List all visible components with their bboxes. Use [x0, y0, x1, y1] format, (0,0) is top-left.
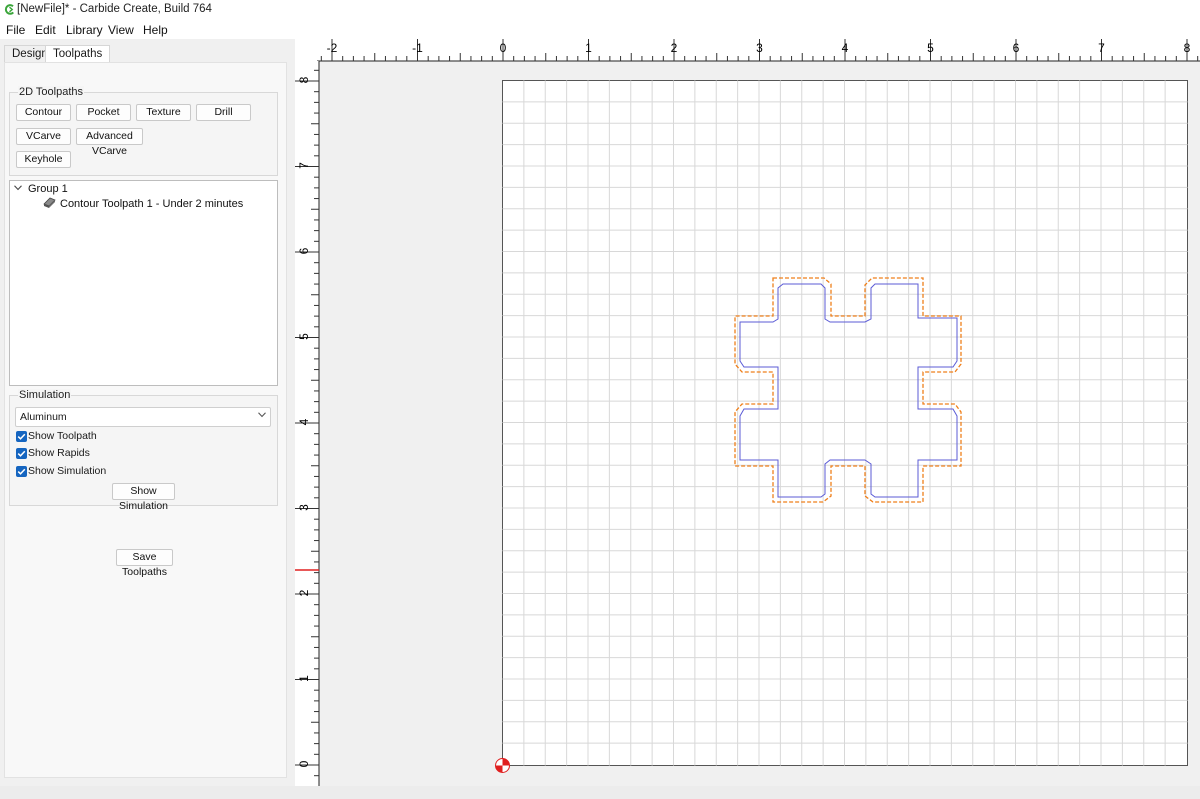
top-ruler — [295, 39, 1200, 61]
design-canvas[interactable]: -2 -1 0 1 2 3 4 5 6 7 8 8 7 6 5 4 3 2 1 … — [295, 39, 1200, 786]
tree-toolpath-item[interactable]: Contour Toolpath 1 - Under 2 minutes — [60, 198, 243, 210]
x-tick-label: 3 — [756, 41, 763, 55]
menu-library[interactable]: Library — [66, 23, 103, 37]
origin-marker-icon — [495, 758, 510, 773]
tree-group-label[interactable]: Group 1 — [28, 183, 68, 195]
checkbox-box[interactable] — [16, 448, 27, 459]
menu-edit[interactable]: Edit — [35, 23, 56, 37]
x-tick-label: -1 — [412, 41, 423, 55]
save-toolpaths-button[interactable]: Save Toolpaths — [116, 549, 173, 578]
material-select-value: Aluminum — [20, 411, 67, 423]
y-tick-label: 6 — [297, 247, 311, 254]
toolpaths-2d-title: 2D Toolpaths — [18, 86, 85, 98]
show-simulation-label: Show Simulation — [28, 465, 107, 477]
checkbox-box[interactable] — [16, 431, 27, 442]
material-select[interactable]: Aluminum — [15, 407, 271, 427]
simulation-title: Simulation — [18, 389, 72, 401]
menu-view[interactable]: View — [108, 23, 134, 37]
title-bar: [NewFile]* - Carbide Create, Build 764 — [0, 0, 1200, 20]
menu-help[interactable]: Help — [143, 23, 168, 37]
y-tick-label: 0 — [297, 760, 311, 767]
checkmark-icon — [17, 450, 26, 457]
tab-toolpaths[interactable]: Toolpaths — [45, 45, 111, 63]
menu-file[interactable]: File — [6, 23, 25, 37]
show-toolpath-label: Show Toolpath — [28, 430, 97, 442]
x-tick-label: 7 — [1098, 41, 1105, 55]
advanced-vcarve-button[interactable]: Advanced VCarve — [76, 128, 143, 157]
y-tick-label: 1 — [297, 675, 311, 682]
chevron-down-icon[interactable] — [14, 185, 22, 191]
show-simulation-button[interactable]: Show Simulation — [112, 483, 175, 512]
pocket-button[interactable]: Pocket — [76, 104, 131, 121]
y-tick-label: 4 — [297, 418, 311, 425]
x-tick-label: 8 — [1184, 41, 1191, 55]
x-tick-label: 6 — [1013, 41, 1020, 55]
y-tick-label: 2 — [297, 589, 311, 596]
x-tick-label: 5 — [927, 41, 934, 55]
window-title: [NewFile]* - Carbide Create, Build 764 — [17, 3, 212, 15]
chevron-down-icon — [258, 412, 266, 418]
keyhole-button[interactable]: Keyhole — [16, 151, 71, 168]
checkmark-icon — [17, 468, 26, 475]
checkbox-box[interactable] — [16, 466, 27, 477]
texture-button[interactable]: Texture — [136, 104, 191, 121]
show-rapids-label: Show Rapids — [28, 447, 90, 459]
toolpath-icon — [43, 197, 56, 208]
drill-button[interactable]: Drill — [196, 104, 251, 121]
menu-bar: File Edit Library View Help — [0, 20, 1200, 39]
status-strip — [0, 786, 1200, 799]
toolpath-tree[interactable]: Group 1 Contour Toolpath 1 - Under 2 min… — [9, 180, 278, 386]
contour-button[interactable]: Contour — [16, 104, 71, 121]
y-tick-label: 8 — [297, 76, 311, 83]
checkmark-icon — [17, 433, 26, 440]
x-tick-label: 1 — [585, 41, 592, 55]
carbide-logo-icon — [4, 4, 15, 15]
canvas-svg[interactable]: -2 -1 0 1 2 3 4 5 6 7 8 8 7 6 5 4 3 2 1 … — [295, 39, 1200, 786]
x-tick-label: -2 — [327, 41, 338, 55]
x-tick-label: 0 — [500, 41, 507, 55]
left-panel: Design Toolpaths 2D Toolpaths Contour Po… — [0, 39, 292, 799]
y-tick-label: 7 — [297, 162, 311, 169]
x-tick-label: 2 — [671, 41, 678, 55]
y-tick-label: 3 — [297, 504, 311, 511]
x-tick-label: 4 — [842, 41, 849, 55]
y-tick-label: 5 — [297, 333, 311, 340]
vcarve-button[interactable]: VCarve — [16, 128, 71, 145]
